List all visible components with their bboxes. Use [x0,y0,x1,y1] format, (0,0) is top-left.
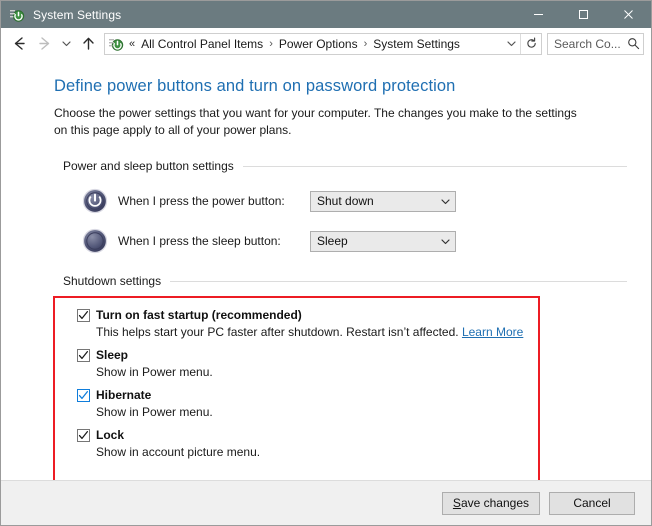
checkbox-sleep[interactable] [77,349,90,362]
search-icon[interactable] [623,37,643,50]
section-power-and-sleep-button-settings: Power and sleep button settings [54,159,629,261]
save-changes-label: ave changes [461,496,529,510]
search-box[interactable]: Search Co... [547,33,644,55]
chevron-down-icon[interactable] [436,196,455,207]
window-title: System Settings [33,8,516,22]
checkbox-row-lock[interactable]: Lock [77,427,538,444]
sleep-button-action-value: Sleep [311,234,436,248]
power-button-icon [82,188,108,214]
sleep-button-label: When I press the sleep button: [118,234,310,248]
sleep-button-action-select[interactable]: Sleep [310,231,456,252]
refresh-icon[interactable] [520,34,541,54]
learn-more-link[interactable]: Learn More [462,325,523,339]
checkbox-label-sleep[interactable]: Sleep [96,347,128,364]
content-area: Define power buttons and turn on passwor… [1,59,651,480]
checkbox-lock[interactable] [77,429,90,442]
checkbox-sub-sleep: Show in Power menu. [96,364,538,381]
section-heading-label: Power and sleep button settings [63,159,234,173]
section-heading: Shutdown settings [54,274,629,288]
section-shutdown-settings: Shutdown settings Turn on fast startup (… [54,274,629,480]
checkbox-fast-startup[interactable] [77,309,90,322]
save-changes-button[interactable]: Save changes [442,492,540,515]
page-description: Choose the power settings that you want … [54,105,587,139]
navigation-bar: « All Control Panel Items › Power Option… [1,28,651,59]
checkbox-label-hibernate[interactable]: Hibernate [96,387,151,404]
footer-button-bar: Save changes Cancel [1,480,651,525]
maximize-button[interactable] [561,1,606,28]
shutdown-settings-highlight-box: Turn on fast startup (recommended) This … [53,296,540,480]
breadcrumb-item-all-control-panel-items[interactable]: All Control Panel Items [136,35,268,53]
section-heading-label: Shutdown settings [63,274,161,288]
power-button-label: When I press the power button: [118,194,310,208]
section-divider [243,166,627,167]
checkbox-row-fast-startup[interactable]: Turn on fast startup (recommended) [77,307,538,324]
control-panel-power-icon [9,7,25,23]
section-heading: Power and sleep button settings [54,159,629,173]
recent-locations-chevron-icon[interactable] [57,32,76,56]
up-arrow-icon[interactable] [76,32,101,56]
window-controls [516,1,651,28]
page-title: Define power buttons and turn on passwor… [54,77,629,96]
checkbox-hibernate[interactable] [77,389,90,402]
breadcrumb-control-panel-icon [108,36,124,52]
power-button-action-select[interactable]: Shut down [310,191,456,212]
checkbox-label-lock[interactable]: Lock [96,427,124,444]
setting-row-power-button: When I press the power button: Shut down [54,181,629,221]
chevron-down-icon[interactable] [436,236,455,247]
checkbox-sub-lock: Show in account picture menu. [96,444,538,461]
cancel-button[interactable]: Cancel [549,492,635,515]
section-divider [170,281,627,282]
breadcrumb-item-power-options[interactable]: Power Options [274,35,363,53]
address-dropdown-chevron-icon[interactable] [502,34,520,54]
title-bar[interactable]: System Settings [1,1,651,28]
search-input[interactable]: Search Co... [548,37,623,51]
sleep-button-icon [82,228,108,254]
close-button[interactable] [606,1,651,28]
checkbox-row-hibernate[interactable]: Hibernate [77,387,538,404]
minimize-button[interactable] [516,1,561,28]
back-arrow-icon[interactable] [7,32,32,56]
address-bar[interactable]: « All Control Panel Items › Power Option… [104,33,542,55]
breadcrumb: « All Control Panel Items › Power Option… [128,35,502,53]
save-changes-accelerator: S [453,496,461,510]
checkbox-label-fast-startup[interactable]: Turn on fast startup (recommended) [96,307,302,324]
checkbox-row-sleep[interactable]: Sleep [77,347,538,364]
checkbox-sub-hibernate: Show in Power menu. [96,404,538,421]
forward-arrow-icon [32,32,57,56]
breadcrumb-prefix[interactable]: « [128,38,136,50]
cancel-label: Cancel [573,496,610,510]
checkbox-sub-text-fast-startup: This helps start your PC faster after sh… [96,325,459,339]
breadcrumb-item-system-settings[interactable]: System Settings [368,35,465,53]
power-button-action-value: Shut down [311,194,436,208]
setting-row-sleep-button: When I press the sleep button: Sleep [54,221,629,261]
system-settings-window: System Settings [0,0,652,526]
checkbox-sub-fast-startup: This helps start your PC faster after sh… [96,324,538,341]
